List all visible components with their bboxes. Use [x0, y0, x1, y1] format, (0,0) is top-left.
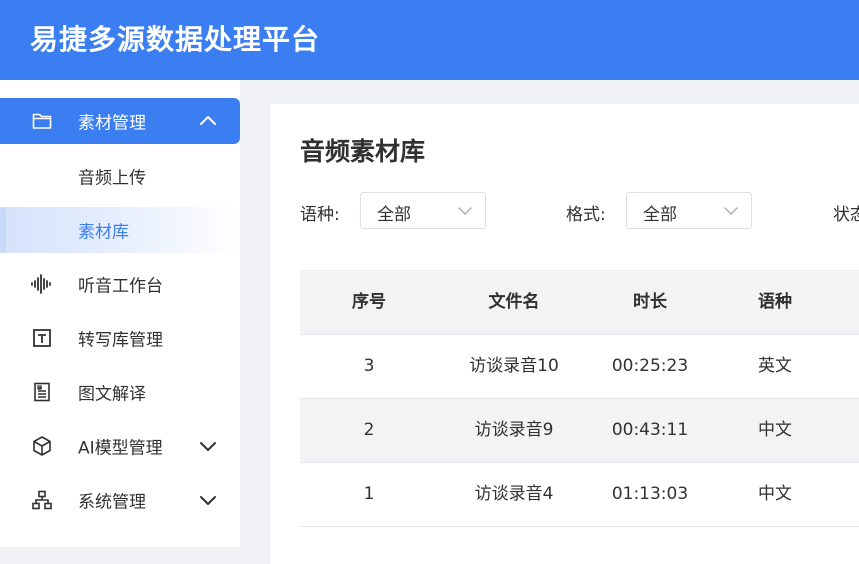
chevron-up-icon[interactable]	[197, 110, 219, 132]
chevron-down-icon	[458, 207, 472, 215]
folder-icon	[30, 109, 54, 133]
top-header: 易捷多源数据处理平台	[0, 0, 859, 80]
cell-filename: 访谈录音10	[469, 356, 559, 376]
app-title: 易捷多源数据处理平台	[30, 23, 321, 56]
cell-index: 3	[363, 356, 375, 376]
cell-duration: 00:43:11	[611, 420, 689, 440]
chevron-down-icon[interactable]	[197, 489, 219, 511]
language-filter-label: 语种:	[300, 205, 340, 225]
sidebar-item-ai-model-management[interactable]: AI模型管理	[0, 423, 240, 469]
page-title: 音频素材库	[300, 137, 426, 166]
table-row[interactable]: 3 访谈录音10 00:25:23 英文	[300, 335, 859, 399]
cell-duration: 00:25:23	[611, 356, 689, 376]
cell-filename: 访谈录音4	[474, 484, 554, 504]
sidebar-item-transcription-library[interactable]: 转写库管理	[0, 315, 240, 361]
cell-language: 中文	[758, 420, 792, 440]
cell-index: 1	[363, 484, 375, 504]
cell-language: 英文	[758, 356, 792, 376]
column-header-duration[interactable]: 时长	[590, 271, 710, 334]
sidebar: 素材管理 音频上传 素材库 听音工作台 转写库管理 图文解译 AI模型管理 系统…	[0, 80, 240, 547]
audio-wave-icon	[30, 272, 54, 296]
cell-index: 2	[363, 420, 375, 440]
cell-language: 中文	[758, 484, 792, 504]
chevron-down-icon	[724, 207, 738, 215]
sidebar-item-image-text-interpretation[interactable]: 图文解译	[0, 369, 240, 415]
cell-duration: 01:13:03	[611, 484, 689, 504]
sidebar-item-system-management[interactable]: 系统管理	[0, 477, 240, 523]
table-header: 序号 文件名 时长 语种	[300, 271, 859, 335]
document-icon	[30, 380, 54, 404]
column-header-filename[interactable]: 文件名	[438, 271, 590, 334]
submenu-item-material-library[interactable]: 素材库	[0, 207, 240, 253]
format-filter-label: 格式:	[566, 205, 606, 225]
cube-icon	[30, 434, 54, 458]
cell-filename: 访谈录音9	[474, 420, 554, 440]
sidebar-item-material-management[interactable]: 素材管理	[0, 98, 240, 144]
column-header-language[interactable]: 语种	[710, 271, 840, 334]
chevron-down-icon[interactable]	[197, 435, 219, 457]
submenu-item-audio-upload[interactable]: 音频上传	[0, 153, 240, 199]
table-row[interactable]: 1 访谈录音4 01:13:03 中文	[300, 463, 859, 527]
table-row[interactable]: 2 访谈录音9 00:43:11 中文	[300, 399, 859, 463]
sidebar-item-listening-workbench[interactable]: 听音工作台	[0, 261, 240, 307]
org-chart-icon	[30, 488, 54, 512]
status-filter-label: 状态	[833, 205, 859, 225]
text-box-icon	[30, 326, 54, 350]
format-select[interactable]: 全部	[626, 192, 752, 229]
language-select[interactable]: 全部	[360, 192, 486, 229]
column-header-index[interactable]: 序号	[300, 271, 438, 334]
main-panel: 音频素材库 语种: 全部 格式: 全部 状态 序号 文件名 时长 语种 3 访谈…	[270, 104, 859, 564]
audio-table: 序号 文件名 时长 语种 3 访谈录音10 00:25:23 英文 2 访谈录音…	[300, 270, 859, 527]
